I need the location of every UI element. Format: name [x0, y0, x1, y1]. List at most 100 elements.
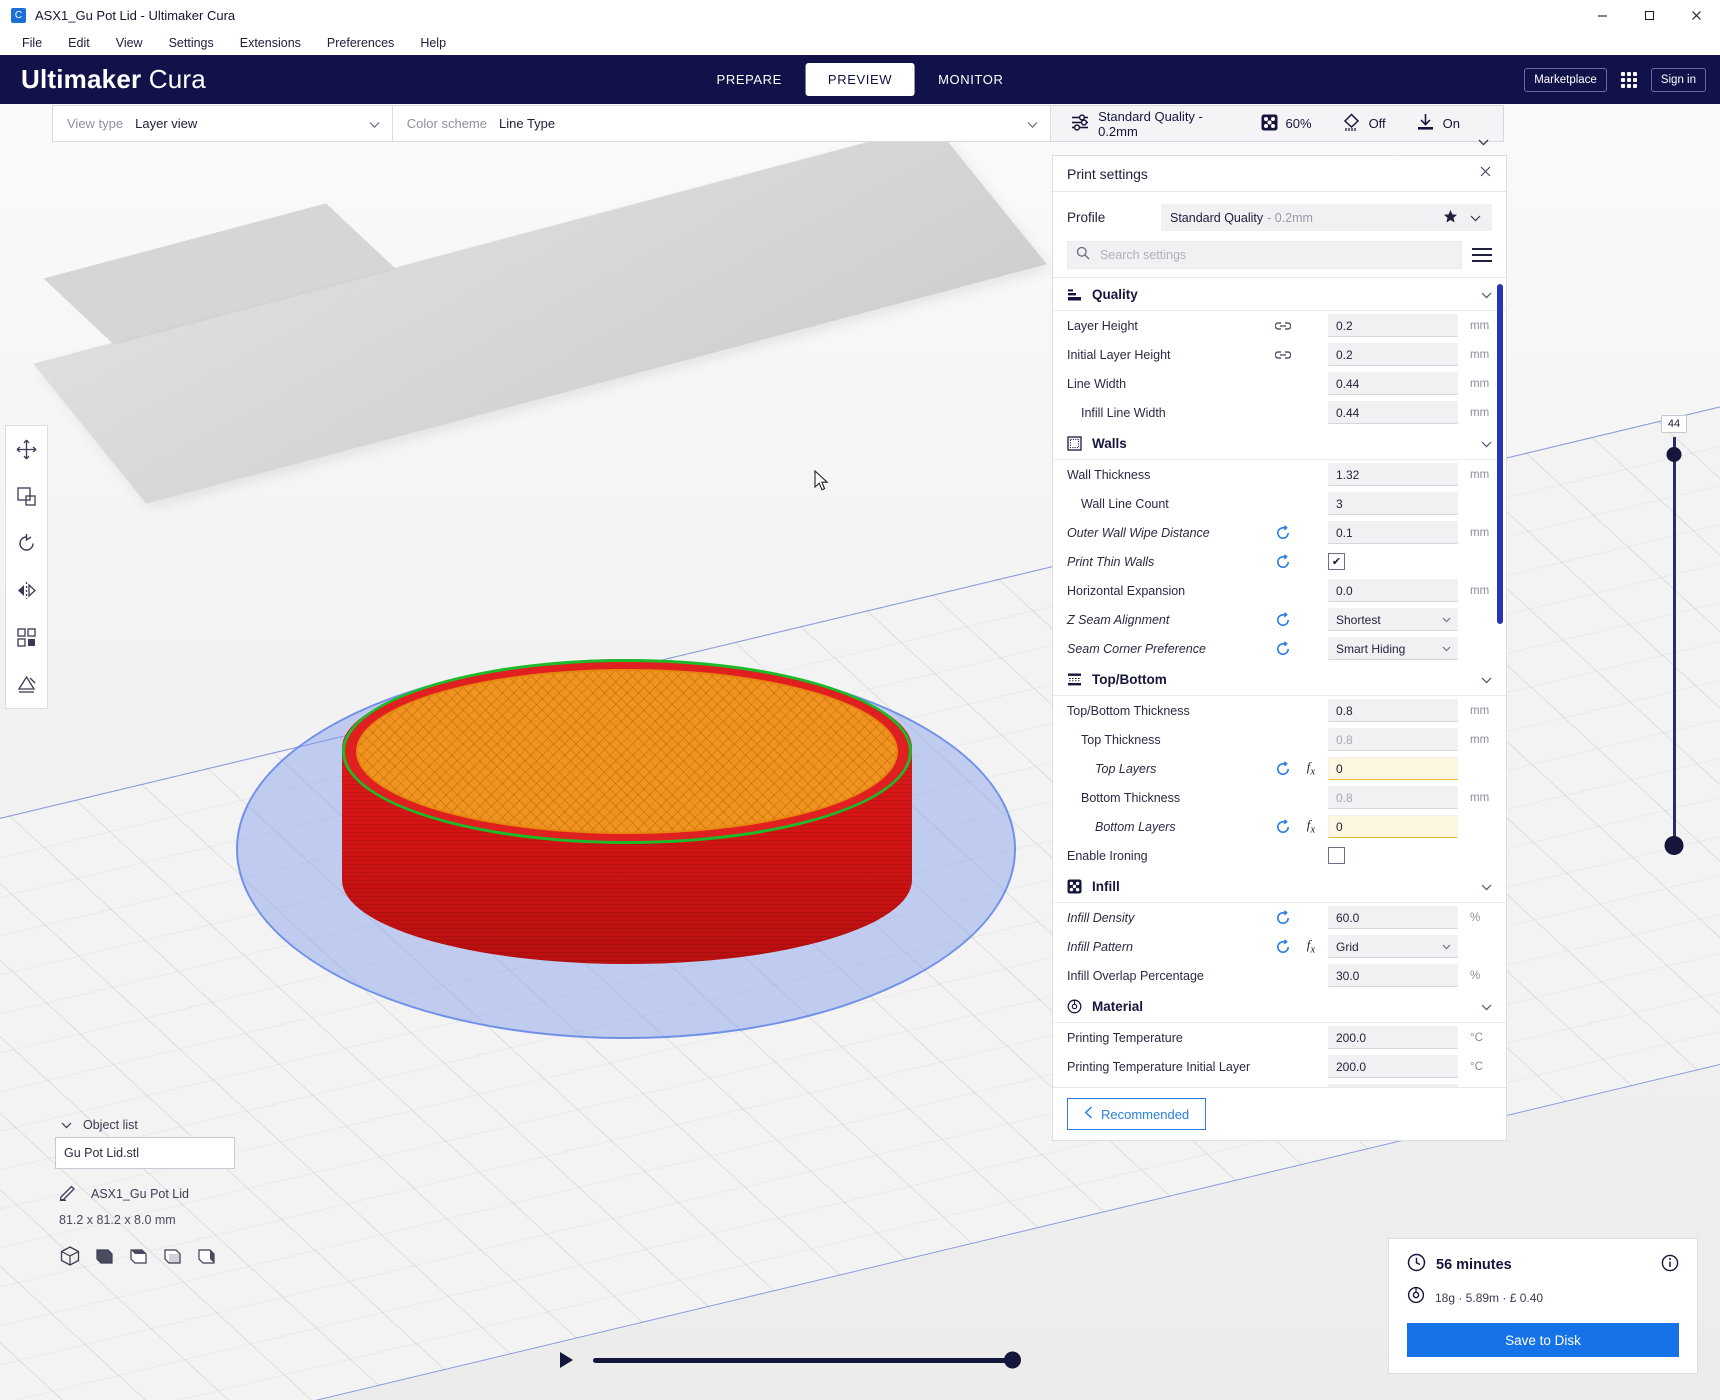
- setting-row[interactable]: Build Plate Temperature60°C: [1053, 1081, 1506, 1087]
- setting-value[interactable]: 30.0: [1328, 964, 1458, 987]
- infill-summary[interactable]: 60%: [1249, 114, 1324, 134]
- setting-row[interactable]: Wall Thickness 1.32 mm: [1053, 460, 1506, 489]
- setting-row[interactable]: Outer Wall Wipe Distance 0.1 mm: [1053, 518, 1506, 547]
- setting-row[interactable]: Print Thin Walls ✔: [1053, 547, 1506, 576]
- minimize-icon[interactable]: [1579, 0, 1626, 31]
- setting-value[interactable]: 60: [1328, 1084, 1458, 1087]
- layer-slider-upper-handle[interactable]: [1666, 447, 1682, 462]
- adhesion-summary[interactable]: On: [1404, 113, 1472, 135]
- plugins-grid-icon[interactable]: [1614, 65, 1643, 94]
- setting-row[interactable]: Layer Height 0.2 mm: [1053, 311, 1506, 340]
- view-type-dropdown[interactable]: View type Layer view: [53, 106, 392, 141]
- chevron-down-icon[interactable]: [1481, 879, 1492, 894]
- setting-row[interactable]: Enable Ironing: [1053, 841, 1506, 870]
- menu-file[interactable]: File: [10, 34, 54, 52]
- setting-value[interactable]: 0.8: [1328, 699, 1458, 722]
- menu-extensions[interactable]: Extensions: [228, 34, 313, 52]
- setting-value[interactable]: 60.0: [1328, 906, 1458, 929]
- setting-value[interactable]: 0.2: [1328, 314, 1458, 337]
- view-top-icon[interactable]: [127, 1245, 149, 1272]
- setting-value[interactable]: 0.44: [1328, 401, 1458, 424]
- layer-slider-track[interactable]: [1664, 437, 1684, 855]
- close-icon[interactable]: [1673, 0, 1720, 31]
- setting-row[interactable]: Line Width 0.44 mm: [1053, 369, 1506, 398]
- setting-value[interactable]: 0: [1328, 757, 1458, 780]
- setting-row[interactable]: Seam Corner Preference Smart Hiding: [1053, 634, 1506, 663]
- setting-row[interactable]: Top Thickness 0.8 mm: [1053, 725, 1506, 754]
- close-icon[interactable]: [1479, 165, 1492, 182]
- stage-monitor[interactable]: MONITOR: [916, 63, 1025, 96]
- view-3d-icon[interactable]: [59, 1245, 81, 1272]
- settings-menu-icon[interactable]: [1472, 248, 1492, 262]
- stage-prepare[interactable]: PREPARE: [695, 63, 804, 96]
- edit-pencil-icon[interactable]: [59, 1183, 77, 1204]
- setting-row[interactable]: Initial Layer Height 0.2 mm: [1053, 340, 1506, 369]
- chevron-down-icon[interactable]: [1470, 211, 1481, 225]
- settings-scrollbar[interactable]: [1497, 278, 1503, 1087]
- chevron-down-icon[interactable]: [1481, 287, 1492, 302]
- color-scheme-dropdown[interactable]: Color scheme Line Type: [393, 106, 1050, 141]
- reset-icon[interactable]: [1272, 760, 1294, 777]
- rotate-tool[interactable]: [6, 520, 47, 567]
- settings-section-infill[interactable]: Infill: [1053, 870, 1506, 903]
- setting-value[interactable]: 3: [1328, 492, 1458, 515]
- layer-slider-lower-handle[interactable]: [1664, 836, 1684, 855]
- reset-icon[interactable]: [1272, 640, 1294, 657]
- setting-row[interactable]: Bottom Layers fx 0: [1053, 812, 1506, 841]
- setting-value[interactable]: 0.44: [1328, 372, 1458, 395]
- stage-preview[interactable]: PREVIEW: [805, 63, 915, 96]
- view-left-icon[interactable]: [161, 1245, 183, 1272]
- per-model-settings-tool[interactable]: [6, 614, 47, 661]
- simulation-slider-handle[interactable]: [1004, 1351, 1021, 1369]
- setting-row[interactable]: Top Layers fx 0: [1053, 754, 1506, 783]
- settings-section-material[interactable]: Material: [1053, 990, 1506, 1023]
- setting-value[interactable]: 0.8: [1328, 728, 1458, 751]
- setting-checkbox[interactable]: [1328, 847, 1345, 864]
- chevron-down-icon[interactable]: [1478, 134, 1495, 149]
- maximize-icon[interactable]: [1626, 0, 1673, 31]
- menu-preferences[interactable]: Preferences: [315, 34, 406, 52]
- setting-row[interactable]: Infill Line Width 0.44 mm: [1053, 398, 1506, 427]
- object-list-item[interactable]: Gu Pot Lid.stl: [55, 1137, 235, 1169]
- support-summary[interactable]: Off: [1330, 112, 1398, 135]
- profile-select[interactable]: Standard Quality - 0.2mm: [1161, 204, 1492, 231]
- settings-scroll-area[interactable]: Quality Layer Height 0.2 mm Initial Layer He…: [1053, 277, 1506, 1087]
- formula-icon[interactable]: fx: [1300, 817, 1322, 836]
- setting-row[interactable]: Top/Bottom Thickness 0.8 mm: [1053, 696, 1506, 725]
- search-settings-box[interactable]: [1067, 241, 1462, 269]
- setting-checkbox[interactable]: ✔: [1328, 553, 1345, 570]
- formula-icon[interactable]: fx: [1300, 937, 1322, 956]
- setting-value[interactable]: 0.2: [1328, 343, 1458, 366]
- link-icon[interactable]: [1272, 319, 1294, 333]
- setting-value[interactable]: Smart Hiding: [1328, 637, 1458, 660]
- move-tool[interactable]: [6, 426, 47, 473]
- setting-value[interactable]: 0.0: [1328, 579, 1458, 602]
- simulation-slider-track[interactable]: [593, 1351, 1021, 1369]
- setting-row[interactable]: Infill Overlap Percentage 30.0%: [1053, 961, 1506, 990]
- reset-icon[interactable]: [1272, 909, 1294, 926]
- menu-edit[interactable]: Edit: [56, 34, 102, 52]
- setting-value[interactable]: Grid: [1328, 935, 1458, 958]
- chevron-down-icon[interactable]: [1481, 672, 1492, 687]
- reset-icon[interactable]: [1272, 611, 1294, 628]
- setting-value[interactable]: 200.0: [1328, 1026, 1458, 1049]
- chevron-down-icon[interactable]: [1481, 436, 1492, 451]
- scale-tool[interactable]: [6, 473, 47, 520]
- setting-value[interactable]: 200.0: [1328, 1055, 1458, 1078]
- scrollbar-thumb[interactable]: [1497, 284, 1503, 624]
- formula-icon[interactable]: fx: [1300, 759, 1322, 778]
- recommended-button[interactable]: Recommended: [1067, 1098, 1207, 1130]
- setting-value[interactable]: 0.1: [1328, 521, 1458, 544]
- reset-icon[interactable]: [1272, 818, 1294, 835]
- view-right-icon[interactable]: [195, 1245, 217, 1272]
- reset-icon[interactable]: [1272, 938, 1294, 955]
- marketplace-button[interactable]: Marketplace: [1524, 67, 1607, 92]
- view-front-icon[interactable]: [93, 1245, 115, 1272]
- setting-row[interactable]: Bottom Thickness 0.8 mm: [1053, 783, 1506, 812]
- mirror-tool[interactable]: [6, 567, 47, 614]
- print-setup-summary[interactable]: Standard Quality - 0.2mm 60% Off On: [1051, 106, 1504, 146]
- play-icon[interactable]: [560, 1352, 573, 1368]
- settings-section-walls[interactable]: Walls: [1053, 427, 1506, 460]
- settings-section-top-bottom[interactable]: Top/Bottom: [1053, 663, 1506, 696]
- setting-row[interactable]: Horizontal Expansion 0.0 mm: [1053, 576, 1506, 605]
